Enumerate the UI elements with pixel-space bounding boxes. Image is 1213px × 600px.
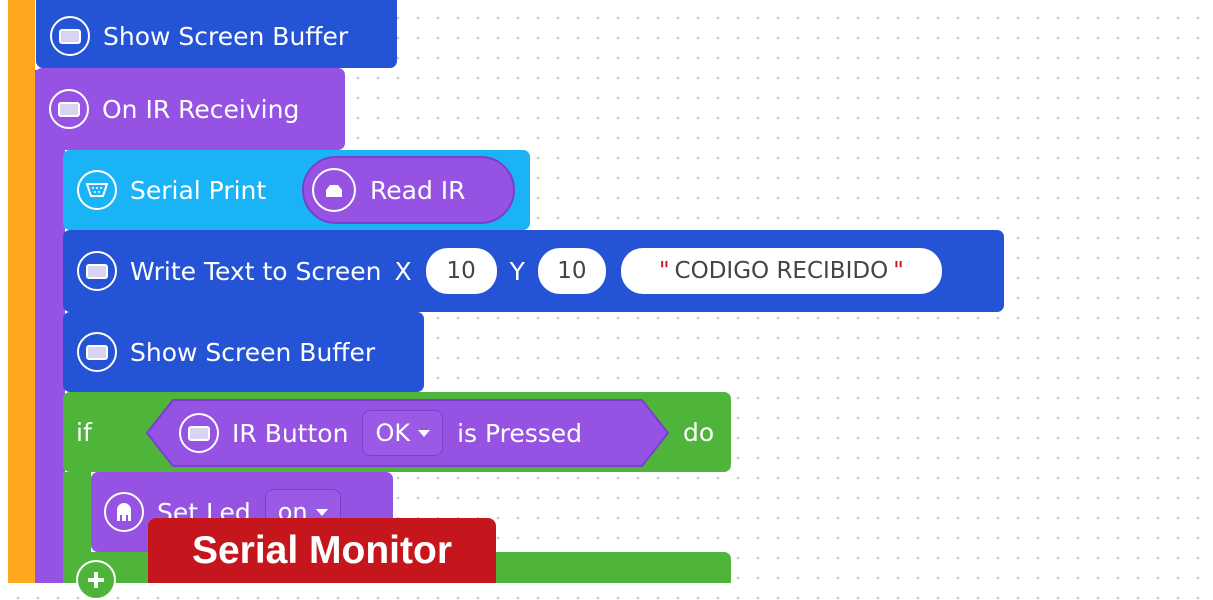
serial-print-block[interactable]: Serial Print Read IR: [63, 150, 530, 230]
serial-monitor-button[interactable]: Serial Monitor: [148, 518, 496, 583]
y-value-input[interactable]: 10: [537, 248, 606, 294]
text-value: CODIGO RECIBIDO: [674, 258, 889, 284]
do-label: do: [683, 418, 715, 447]
block-label: Show Screen Buffer: [103, 21, 349, 51]
on-ir-receiving-block[interactable]: On IR Receiving: [35, 68, 345, 150]
write-text-to-screen-block[interactable]: Write Text to Screen X 10 Y 10 " CODIGO …: [63, 230, 1004, 312]
caret-down-icon: [315, 508, 328, 516]
read-ir-reporter[interactable]: Read IR: [302, 156, 515, 224]
caret-down-icon: [418, 429, 431, 437]
dropdown-value: OK: [375, 419, 411, 447]
condition-suffix: is Pressed: [457, 418, 583, 448]
show-screen-buffer-block-top[interactable]: Show Screen Buffer: [36, 0, 397, 68]
show-screen-buffer-block[interactable]: Show Screen Buffer: [63, 312, 424, 392]
plus-icon[interactable]: [76, 560, 116, 600]
x-label: X: [394, 256, 412, 286]
if-label: if: [76, 418, 92, 447]
block-label: Write Text to Screen: [130, 256, 382, 286]
screen-icon: [50, 16, 90, 56]
screen-icon: [77, 332, 117, 372]
block-label: Serial Print: [130, 175, 267, 205]
screen-icon: [49, 89, 89, 129]
led-icon: [104, 492, 144, 532]
x-value-input[interactable]: 10: [425, 248, 497, 294]
screen-icon: [77, 251, 117, 291]
serial-port-icon: [77, 170, 117, 210]
block-label: On IR Receiving: [102, 94, 300, 124]
reporter-label: Read IR: [370, 175, 466, 205]
text-value-input[interactable]: " CODIGO RECIBIDO ": [620, 248, 942, 294]
ir-button-condition[interactable]: IR Button OK is Pressed: [145, 398, 670, 468]
block-label: Show Screen Buffer: [130, 337, 376, 367]
ir-receiver-icon: [312, 168, 356, 212]
quote-close: ": [893, 258, 904, 284]
y-label: Y: [509, 256, 525, 286]
ir-button-dropdown[interactable]: OK: [362, 410, 444, 456]
screen-icon: [179, 413, 219, 453]
category-color-bar: [8, 0, 35, 583]
condition-label: IR Button: [232, 418, 349, 448]
quote-open: ": [658, 258, 670, 284]
